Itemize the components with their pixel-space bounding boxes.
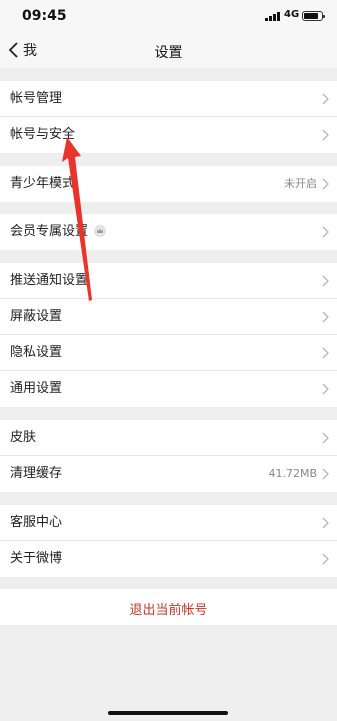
logout-section: 退出当前帐号 — [0, 589, 337, 625]
settings-item-label: 皮肤 — [10, 430, 37, 445]
settings-item-block-settings[interactable]: 屏蔽设置 — [0, 299, 337, 335]
chevron-right-icon — [322, 517, 329, 529]
chevron-right-icon — [322, 93, 329, 105]
settings-item-label: 客服中心 — [10, 515, 63, 530]
settings-item-label: 通用设置 — [10, 381, 63, 396]
chevron-right-icon — [322, 468, 329, 480]
status-time: 09:45 — [22, 8, 67, 24]
status-bar: 09:45 4G — [0, 0, 337, 32]
cache-size: 41.72MB — [268, 467, 317, 480]
chevron-right-icon — [322, 275, 329, 287]
chevron-right-icon — [322, 226, 329, 238]
vip-settings-label: 会员专属设置 — [10, 224, 89, 239]
settings-group-account: 帐号管理 帐号与安全 — [0, 81, 337, 153]
settings-group-support: 客服中心 关于微博 — [0, 505, 337, 577]
chevron-right-icon — [322, 178, 329, 190]
settings-item-account-security[interactable]: 帐号与安全 — [0, 117, 337, 153]
settings-group-general: 推送通知设置 屏蔽设置 隐私设置 通用设置 — [0, 263, 337, 407]
settings-item-label: 推送通知设置 — [10, 273, 89, 288]
settings-item-general-settings[interactable]: 通用设置 — [0, 371, 337, 407]
settings-item-clear-cache[interactable]: 清理缓存 41.72MB — [0, 456, 337, 492]
chevron-right-icon — [322, 383, 329, 395]
settings-item-customer-service[interactable]: 客服中心 — [0, 505, 337, 541]
chevron-right-icon — [322, 311, 329, 323]
page-title: 设置 — [154, 45, 183, 61]
settings-item-account-management[interactable]: 帐号管理 — [0, 81, 337, 117]
settings-item-label: 会员专属设置 — [10, 224, 106, 240]
logout-button[interactable]: 退出当前帐号 — [0, 599, 337, 618]
settings-item-label: 关于微博 — [10, 551, 63, 566]
settings-item-label: 隐私设置 — [10, 345, 63, 360]
crown-icon — [94, 225, 106, 237]
chevron-right-icon — [322, 129, 329, 141]
battery-icon — [302, 11, 325, 21]
settings-item-privacy-settings[interactable]: 隐私设置 — [0, 335, 337, 371]
settings-item-label: 帐号管理 — [10, 91, 63, 106]
settings-item-label: 屏蔽设置 — [10, 309, 63, 324]
settings-item-label: 清理缓存 — [10, 466, 63, 481]
settings-item-label: 帐号与安全 — [10, 127, 76, 142]
network-type: 4G — [284, 9, 300, 20]
settings-item-vip-settings[interactable]: 会员专属设置 — [0, 214, 337, 250]
settings-item-label: 青少年模式 — [10, 176, 76, 191]
nav-bar: 我 设置 — [0, 32, 337, 68]
settings-item-skin[interactable]: 皮肤 — [0, 420, 337, 456]
chevron-right-icon — [322, 553, 329, 565]
chevron-right-icon — [322, 347, 329, 359]
settings-group-vip: 会员专属设置 — [0, 214, 337, 250]
chevron-right-icon — [322, 432, 329, 444]
teen-mode-status: 未开启 — [284, 177, 317, 190]
settings-item-push-notifications[interactable]: 推送通知设置 — [0, 263, 337, 299]
settings-item-teen-mode[interactable]: 青少年模式 未开启 — [0, 166, 337, 202]
settings-group-teen: 青少年模式 未开启 — [0, 166, 337, 202]
home-indicator — [108, 711, 228, 715]
signal-icon — [265, 12, 280, 21]
settings-group-appearance: 皮肤 清理缓存 41.72MB — [0, 420, 337, 492]
settings-item-about[interactable]: 关于微博 — [0, 541, 337, 577]
